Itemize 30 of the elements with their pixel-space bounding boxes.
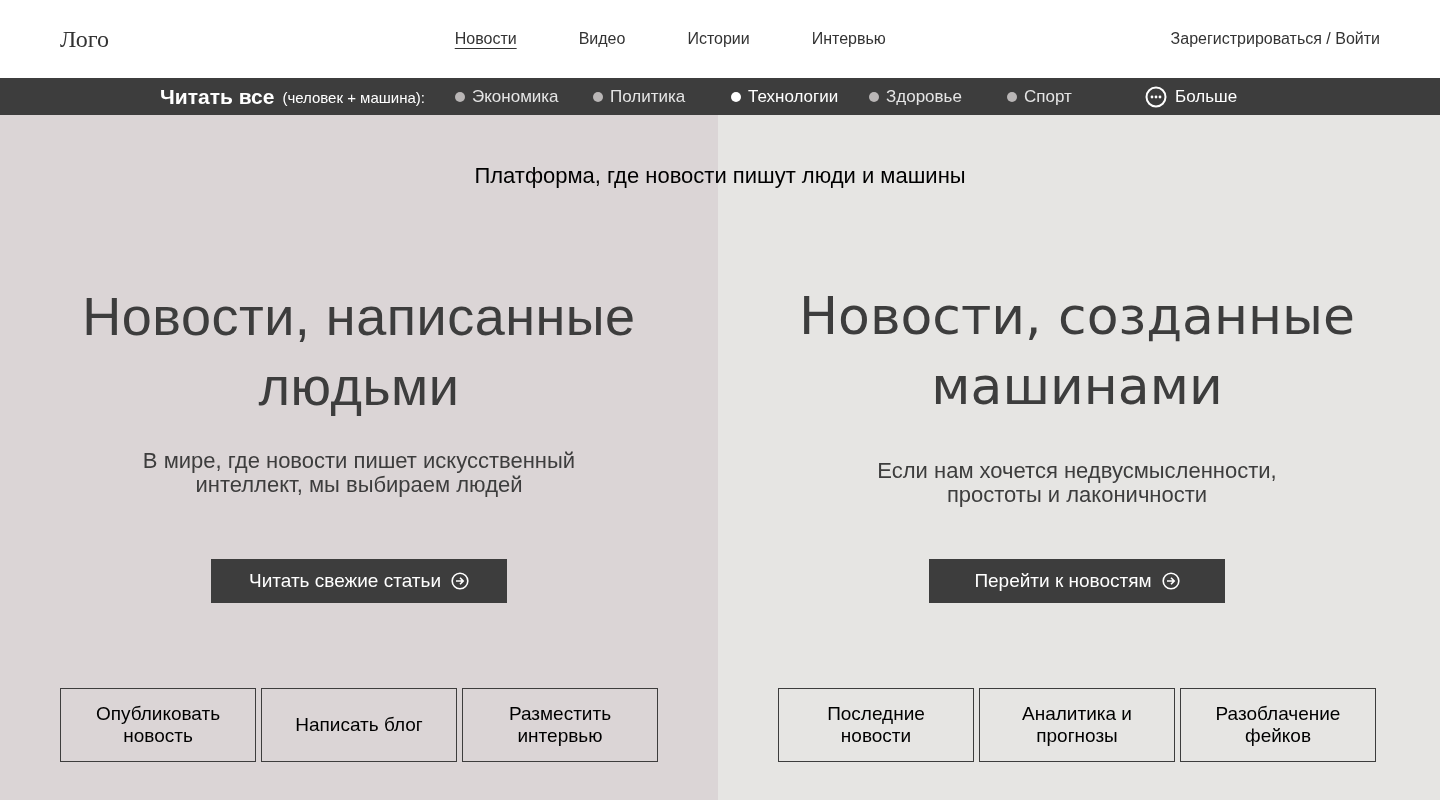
panel-description: Если нам хочется недвусмысленности, простоты и лаконичности <box>876 459 1278 507</box>
category-bar-title: Читать все <box>160 83 275 110</box>
nav-link[interactable]: Истории <box>687 27 750 51</box>
more-link[interactable]: Больше <box>1145 83 1238 110</box>
category-link[interactable]: Технологии <box>731 83 869 110</box>
category-link[interactable]: Здоровье <box>869 83 1007 110</box>
category-link[interactable]: Экономика <box>455 83 593 110</box>
action-button[interactable]: Разоблачение фейков <box>1180 688 1376 762</box>
nav-link[interactable]: Видео <box>578 27 626 51</box>
action-button[interactable]: Разместить интервью <box>462 688 658 762</box>
arrow-right-icon <box>451 572 470 590</box>
action-button[interactable]: Аналитика и прогнозы <box>979 688 1175 762</box>
action-button[interactable]: Опубликовать новость <box>60 688 256 762</box>
tagline: Платформа, где новости пишут люди и машины <box>473 162 967 190</box>
panel-description: В мире, где новости пишет искусственный интеллект, мы выбираем людей <box>141 449 577 497</box>
action-button[interactable]: Написать блог <box>261 688 457 762</box>
logo[interactable]: Лого <box>60 21 260 57</box>
nav-link[interactable]: Интервью <box>811 27 886 51</box>
panel-heading: Новости, написанные людьми <box>81 285 637 418</box>
arrow-right-icon <box>1161 572 1180 590</box>
action-button[interactable]: Последние новости <box>778 688 974 762</box>
panel-heading: Новости, созданные машинами <box>798 285 1356 418</box>
auth-link[interactable]: Зарегистрироваться / Войти <box>1170 27 1380 51</box>
read-button[interactable]: Перейти к новостям <box>929 559 1225 603</box>
category-bar-subtitle: (человек + машина): <box>282 87 425 108</box>
nav-link[interactable]: Новости <box>454 27 517 51</box>
more-icon <box>1145 85 1167 108</box>
category-link[interactable]: Спорт <box>1007 83 1145 110</box>
read-button[interactable]: Читать свежие статьи <box>211 559 507 603</box>
category-link[interactable]: Политика <box>593 83 731 110</box>
